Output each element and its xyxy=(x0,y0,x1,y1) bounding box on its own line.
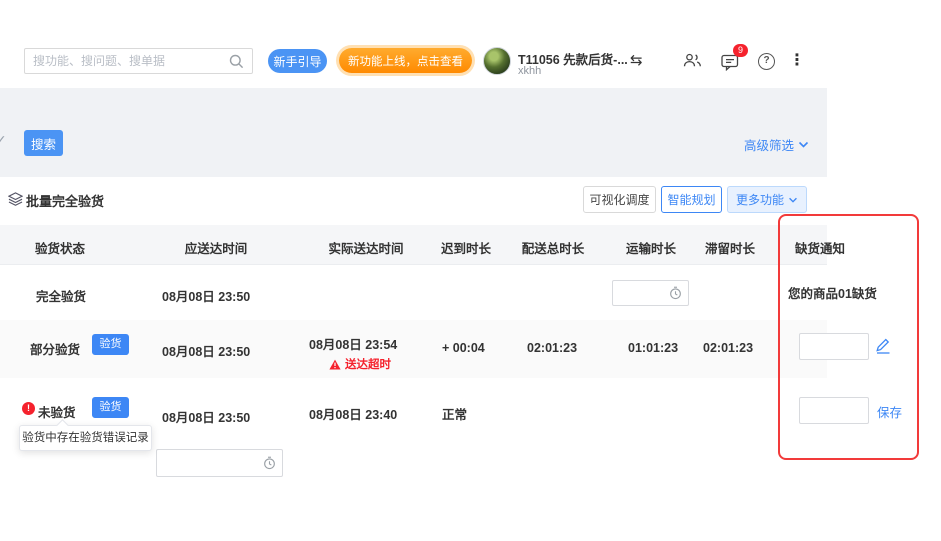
row3-actual-time: 08月08日 23:40 xyxy=(309,404,397,423)
switch-account-icon[interactable]: ⇆ xyxy=(630,51,643,69)
row2-actual-time: 08月08日 23:54 xyxy=(309,334,397,353)
row2-total-duration: 02:01:23 xyxy=(527,341,577,355)
more-functions-button[interactable]: 更多功能 xyxy=(727,186,807,213)
clock-icon[interactable] xyxy=(263,456,276,470)
row4-expected-time-field[interactable] xyxy=(163,456,259,470)
warning-triangle-icon xyxy=(329,359,341,370)
row2-late-warning-label: 送达超时 xyxy=(345,356,391,372)
row1-expected-time: 08月08日 23:50 xyxy=(162,286,250,305)
row2-inspect-button[interactable]: 验货 xyxy=(92,334,129,355)
search-button[interactable]: 搜索 xyxy=(24,130,63,156)
inspection-error-tooltip: 验货中存在验货错误记录 xyxy=(19,425,152,451)
row3-inspect-button[interactable]: 验货 xyxy=(92,397,129,418)
edit-pencil-icon[interactable] xyxy=(875,338,891,354)
row3-expected-time: 08月08日 23:50 xyxy=(162,407,250,426)
col-header-total-duration: 配送总时长 xyxy=(522,238,585,257)
visual-dispatch-button[interactable]: 可视化调度 xyxy=(583,186,656,213)
topbar: 新手引导 新功能上线，点击查看 T11056 先款后货-... xkhh ⇆ 9… xyxy=(0,0,941,88)
row1-status: 完全验货 xyxy=(36,286,86,305)
advanced-filter-label: 高级筛选 xyxy=(744,135,794,154)
global-search-box[interactable] xyxy=(24,48,253,74)
col-header-stay-duration: 滞留时长 xyxy=(705,238,755,257)
row2-transport-duration: 01:01:23 xyxy=(628,341,678,355)
help-icon[interactable]: ? xyxy=(758,53,775,70)
row3-late-status: 正常 xyxy=(442,404,467,423)
save-link[interactable]: 保存 xyxy=(877,402,902,421)
col-header-transport-duration: 运输时长 xyxy=(626,238,676,257)
row1-stockout-notice: 您的商品01缺货 xyxy=(788,283,877,302)
newbie-guide-button[interactable]: 新手引导 xyxy=(268,49,327,73)
clock-icon[interactable] xyxy=(669,286,682,300)
row2-late-duration: + 00:04 xyxy=(442,341,485,355)
more-functions-label: 更多功能 xyxy=(736,191,784,208)
row1-transport-time-field[interactable] xyxy=(619,286,665,300)
smart-planning-button[interactable]: 智能规划 xyxy=(661,186,722,213)
row2-stay-duration: 02:01:23 xyxy=(703,341,753,355)
contacts-icon[interactable] xyxy=(683,53,702,68)
app-window: 新手引导 新功能上线，点击查看 T11056 先款后货-... xkhh ⇆ 9… xyxy=(0,0,941,541)
search-icon[interactable] xyxy=(229,54,244,69)
chevron-down-icon xyxy=(798,141,809,148)
col-header-stockout-notice: 缺货通知 xyxy=(795,238,845,257)
new-feature-promo-button[interactable]: 新功能上线，点击查看 xyxy=(339,48,472,73)
chevron-down-icon xyxy=(788,197,798,203)
row2-expected-time: 08月08日 23:50 xyxy=(162,341,250,360)
col-header-actual-time: 实际送达时间 xyxy=(328,238,403,257)
row2-late-warning: 送达超时 xyxy=(329,356,391,372)
search-input[interactable] xyxy=(33,54,229,68)
col-header-expected-time: 应送达时间 xyxy=(185,238,248,257)
card-title: 批量完全验货 xyxy=(26,191,104,210)
checkbox-checkmark-icon[interactable]: ✓ xyxy=(0,132,7,149)
row2-status: 部分验货 xyxy=(30,339,80,358)
advanced-filter-link[interactable]: 高级筛选 xyxy=(744,135,809,154)
row3-notice-field[interactable] xyxy=(806,404,862,418)
col-header-late-duration: 迟到时长 xyxy=(441,238,491,257)
message-count-badge: 9 xyxy=(733,44,748,57)
row1-transport-time-input[interactable] xyxy=(612,280,689,306)
error-indicator-icon: ! xyxy=(22,402,35,415)
row2-notice-field[interactable] xyxy=(806,340,862,354)
more-menu-icon[interactable]: ⋮ xyxy=(789,50,805,70)
layers-icon xyxy=(8,192,23,206)
row3-notice-input[interactable] xyxy=(799,397,869,424)
row4-expected-time-input[interactable] xyxy=(156,449,283,477)
col-header-status: 验货状态 xyxy=(35,238,85,257)
avatar[interactable] xyxy=(483,47,511,75)
account-subtitle: xkhh xyxy=(518,65,541,77)
row3-status: 未验货 xyxy=(38,402,76,421)
table-header-row xyxy=(0,225,827,265)
row2-notice-input[interactable] xyxy=(799,333,869,360)
